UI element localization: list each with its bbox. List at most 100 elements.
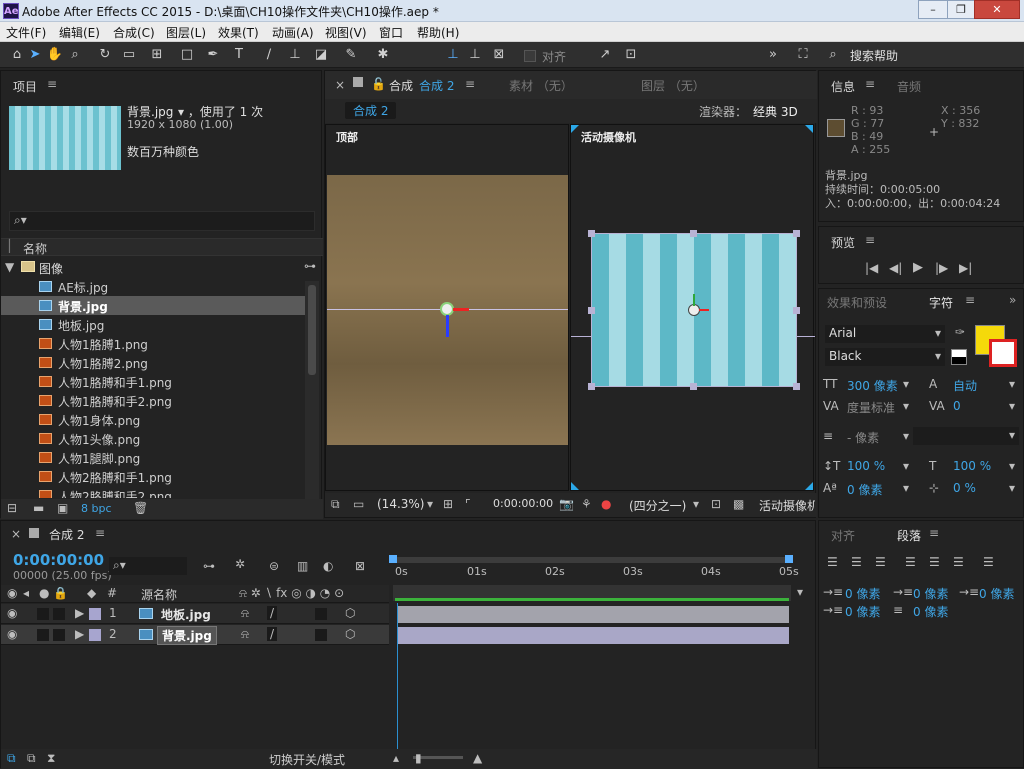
dropdown-arrow-icon[interactable]: ▾	[903, 377, 909, 391]
z-axis-handle[interactable]	[446, 315, 449, 337]
preview-tab[interactable]: 预览	[831, 234, 855, 251]
puppet-pin-tool-icon[interactable]: ✱	[374, 46, 392, 64]
search-icon[interactable]: ⌕	[824, 46, 842, 64]
dropdown-arrow-icon[interactable]: ▾	[178, 105, 188, 119]
footage-tab[interactable]: 素材 （无）	[509, 77, 573, 94]
motion-blur-icon[interactable]: ◐	[323, 559, 333, 573]
local-axis-icon[interactable]: ⊥	[444, 46, 462, 64]
scrollbar-thumb[interactable]	[308, 285, 316, 375]
align-right-icon[interactable]: ☰	[875, 555, 886, 569]
shy-switch-icon[interactable]: ⍾	[241, 606, 249, 621]
justify-center-icon[interactable]: ☰	[929, 555, 940, 569]
color-channel-icon[interactable]: ●	[601, 497, 611, 511]
leading-value[interactable]: 自动	[953, 377, 977, 394]
flowchart-icon[interactable]: ⊶	[304, 259, 316, 273]
time-ruler[interactable]: 0s 01s 02s 03s 04s 05s	[389, 551, 799, 603]
snap-icon[interactable]: ↗	[596, 46, 614, 64]
timeline-navigator[interactable]	[393, 585, 791, 601]
next-frame-icon[interactable]: |▶	[935, 261, 948, 275]
transform-handle[interactable]	[588, 230, 595, 237]
last-frame-icon[interactable]: ▶|	[959, 261, 972, 275]
home-icon[interactable]: ⌂	[8, 46, 26, 64]
layer-tab[interactable]: 图层 （无）	[641, 77, 705, 94]
layer-duration-bar[interactable]	[397, 606, 789, 623]
expand-time-stretch-icon[interactable]: ⧗	[47, 751, 55, 766]
comp-button-icon[interactable]: ▾	[797, 585, 815, 603]
lock-icon[interactable]: 🔒	[53, 586, 68, 600]
anchor-point-icon[interactable]	[440, 302, 454, 316]
expand-transfer-icon[interactable]: ⧉	[27, 751, 36, 766]
paragraph-tab[interactable]: 段落	[897, 527, 921, 544]
menu-view[interactable]: 视图(V)	[325, 24, 367, 41]
comp-tab-label[interactable]: 合成	[389, 77, 413, 94]
project-scrollbar[interactable]	[305, 281, 319, 501]
work-area-end-handle[interactable]	[785, 555, 793, 563]
selection-tool-icon[interactable]: ➤	[26, 46, 44, 64]
menu-file[interactable]: 文件(F)	[6, 24, 46, 41]
table-row[interactable]: ◉ ▶ 1 地板.jpg ⍾ / ⬡	[1, 604, 389, 624]
font-style-dropdown[interactable]: Black ▾	[825, 348, 945, 366]
list-item[interactable]: 人物1身体.png	[1, 410, 305, 429]
search-help-input[interactable]: 搜索帮助	[850, 47, 898, 64]
quality-switch-icon[interactable]: /	[267, 627, 278, 641]
zoom-tool-icon[interactable]: ⌕	[66, 46, 84, 64]
shy-switch-icon[interactable]: ⍾	[241, 627, 249, 642]
menu-layer[interactable]: 图层(L)	[166, 24, 206, 41]
menu-animation[interactable]: 动画(A)	[272, 24, 314, 41]
effects-presets-tab[interactable]: 效果和预设	[827, 294, 887, 311]
expand-triangle-icon[interactable]: ▼	[5, 260, 14, 274]
menu-window[interactable]: 窗口	[379, 24, 403, 41]
baseline-shift-value[interactable]: 0 像素	[847, 481, 882, 498]
list-item[interactable]: 人物1头像.png	[1, 429, 305, 448]
dropdown-arrow-icon[interactable]: ▾	[1009, 459, 1015, 473]
grid-icon[interactable]: ⊞	[443, 497, 453, 511]
dropdown-arrow-icon[interactable]: ▾	[1009, 399, 1015, 413]
type-tool-icon[interactable]: T	[230, 46, 248, 64]
source-name-header[interactable]: 源名称	[141, 586, 177, 603]
x-axis-handle[interactable]	[453, 308, 469, 311]
label-color[interactable]	[89, 608, 101, 620]
tracking-value[interactable]: 0	[953, 399, 961, 413]
expand-triangle-icon[interactable]: ▶	[75, 606, 84, 620]
dropdown-arrow-icon[interactable]: ▾	[427, 497, 433, 511]
list-item[interactable]: 人物1胳膊2.png	[1, 353, 305, 372]
transform-handle[interactable]	[793, 307, 800, 314]
font-size-value[interactable]: 300 像素	[847, 377, 898, 394]
audio-tab[interactable]: 音频	[897, 78, 921, 95]
transform-handle[interactable]	[690, 383, 697, 390]
justify-left-icon[interactable]: ☰	[905, 555, 916, 569]
layer-name[interactable]: 地板.jpg	[161, 606, 211, 623]
layer-duration-bar[interactable]	[397, 627, 789, 644]
zoom-dropdown[interactable]: (14.3%)	[377, 497, 424, 511]
swap-colors-icon[interactable]	[951, 349, 967, 365]
align-tab[interactable]: 对齐	[831, 527, 855, 544]
dropdown-arrow-icon[interactable]: ▾	[693, 497, 699, 511]
comp-menu-icon[interactable]: ≡	[465, 77, 475, 91]
eye-icon[interactable]: ◉	[7, 627, 17, 641]
dropdown-arrow-icon[interactable]: ▾	[1009, 481, 1015, 495]
lock-toggle[interactable]	[53, 608, 65, 620]
work-area-start-handle[interactable]	[389, 555, 397, 563]
stroke-width-value[interactable]: - 像素	[847, 429, 879, 446]
vertical-scale-value[interactable]: 100 %	[847, 459, 885, 473]
indent-right-value[interactable]: 0 像素	[979, 585, 1014, 602]
quality-switch-icon[interactable]: /	[267, 606, 278, 620]
brush-tool-icon[interactable]: ∕	[260, 46, 278, 64]
layer-search-input[interactable]: ⌕▾	[109, 557, 187, 575]
region-of-interest-icon[interactable]: ⊡	[711, 497, 721, 511]
zoom-out-icon[interactable]: ▴	[393, 751, 399, 765]
camera-dropdown[interactable]: 活动摄像机	[759, 497, 815, 514]
expand-triangle-icon[interactable]: ▶	[75, 627, 84, 641]
active-camera-view[interactable]: 活动摄像机	[570, 124, 815, 491]
transform-handle[interactable]	[793, 230, 800, 237]
font-family-dropdown[interactable]: Arial ▾	[825, 325, 945, 343]
expand-workspaces-icon[interactable]: »	[764, 46, 782, 64]
solo-toggle[interactable]	[37, 629, 49, 641]
world-axis-icon[interactable]: ⊥	[466, 46, 484, 64]
dropdown-arrow-icon[interactable]: ▾	[903, 481, 909, 495]
lock-icon[interactable]: 🔓	[371, 77, 386, 91]
table-row[interactable]: ◉ ▶ 2 背景.jpg ⍾ / ⬡	[1, 625, 389, 645]
roto-brush-tool-icon[interactable]: ✎	[342, 46, 360, 64]
list-item[interactable]: AE标.jpg	[1, 277, 305, 296]
previous-frame-icon[interactable]: ◀|	[889, 261, 902, 275]
